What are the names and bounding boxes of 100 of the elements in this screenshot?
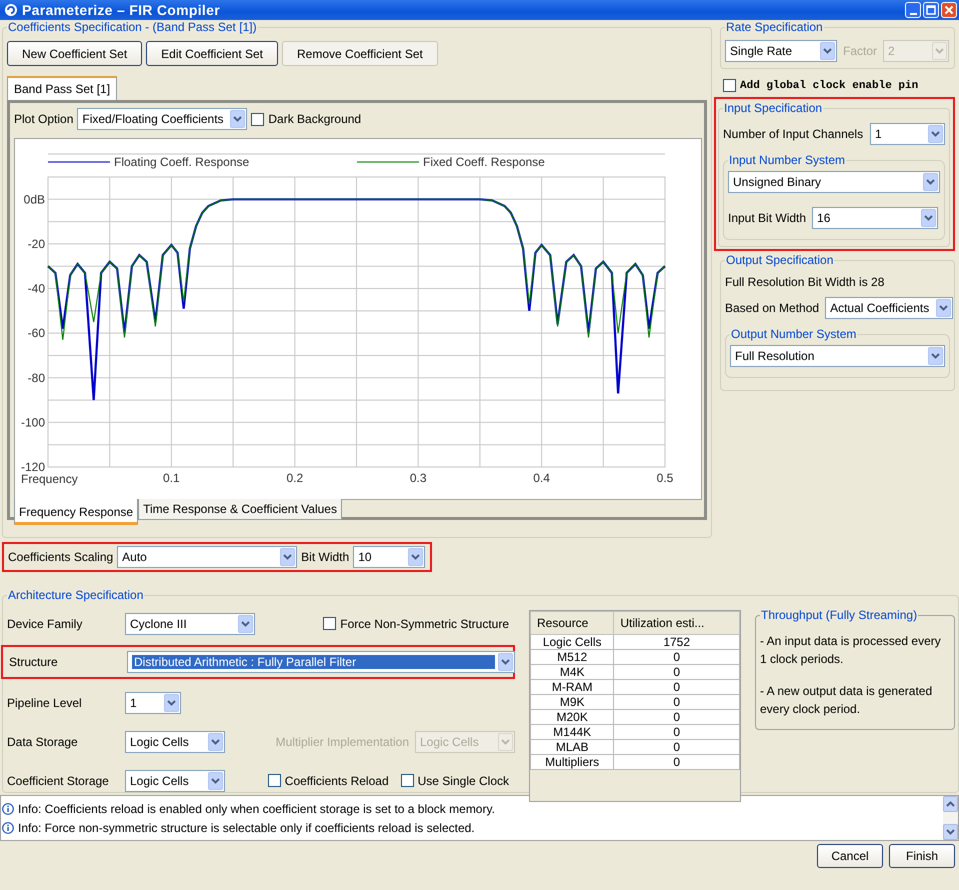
number-system-dropdown[interactable]: Unsigned Binary — [728, 171, 940, 193]
coefficient-set-button[interactable]: New Coefficient Set — [7, 41, 142, 66]
number-system-dropdown[interactable]: Full Resolution — [730, 345, 945, 367]
tick-label: 0dB — [24, 192, 45, 206]
table-cell: 0 — [614, 680, 740, 694]
tick-label: 0.5 — [656, 471, 674, 485]
close-icon — [944, 5, 954, 15]
field-label: Input Bit Width — [728, 211, 806, 225]
checkbox[interactable] — [723, 79, 736, 92]
table-cell: 1752 — [614, 634, 740, 650]
dialog-button[interactable]: Cancel — [817, 844, 883, 868]
scaling-dropdown[interactable]: Auto — [117, 546, 298, 568]
checkbox[interactable] — [323, 617, 336, 630]
column-header: Utilization esti... — [614, 612, 740, 634]
table-cell: Logic Cells — [530, 634, 614, 650]
field-label: Bit Width — [301, 550, 350, 564]
field-label: Based on Method — [725, 301, 820, 315]
throughput-text: - A new output data is generated every clock period. — [760, 683, 934, 718]
caret-icon — [211, 778, 220, 784]
minimize-icon — [910, 13, 916, 15]
channels-dropdown[interactable]: 1 — [870, 123, 945, 145]
table-cell: M512 — [530, 650, 614, 664]
table-cell: M-RAM — [530, 680, 614, 694]
info-text: Full Resolution Bit Width is 28 — [725, 275, 886, 289]
section-title: Architecture Specification — [7, 588, 144, 602]
field-label: Coefficients Scaling — [8, 550, 114, 564]
maximize-icon — [926, 5, 936, 15]
caret-icon — [924, 215, 934, 221]
field-label: Structure — [9, 655, 59, 669]
tick-label: -100 — [20, 415, 45, 430]
field-label: Coefficient Storage — [7, 774, 110, 788]
pipeline-dropdown[interactable]: 1 — [125, 692, 181, 714]
tick-label: -120 — [20, 460, 45, 474]
checkbox-label: Add global clock enable pin — [740, 80, 918, 92]
field-label: Pipeline Level — [7, 696, 83, 710]
column-header: Resource — [530, 612, 614, 634]
scrollbar[interactable] — [943, 796, 958, 840]
structure-dropdown[interactable]: Distributed Arithmetic : Fully Parallel Filter — [127, 651, 515, 673]
legend-label: Floating Coeff. Response — [114, 155, 250, 169]
maximize-button[interactable] — [923, 2, 939, 18]
table-cell: 0 — [614, 694, 740, 710]
bit-width-dropdown[interactable]: 10 — [353, 546, 426, 568]
section-title: Rate Specification — [725, 20, 824, 34]
throughput-text: - An input data is processed every 1 clock periods. — [760, 633, 942, 668]
checkbox[interactable] — [268, 774, 281, 787]
field-label: Plot Option — [14, 112, 74, 126]
tick-label: -60 — [28, 326, 45, 340]
input-bit-width-dropdown[interactable]: 16 — [812, 207, 938, 229]
checkbox[interactable] — [400, 774, 414, 787]
table-cell: 0 — [614, 754, 740, 770]
tick-label: -40 — [28, 282, 45, 296]
caret-icon — [931, 131, 940, 137]
checkbox[interactable] — [251, 112, 264, 126]
caret-icon — [935, 48, 944, 54]
section-title: Input Specification — [723, 101, 824, 115]
caret-icon — [501, 659, 510, 665]
axis-title: Frequency — [21, 472, 78, 486]
rate-dropdown[interactable]: Single Rate — [725, 40, 837, 62]
close-button[interactable] — [941, 2, 957, 18]
tick-label: 0.2 — [286, 471, 304, 485]
field-label: Multiplier Implementation — [276, 734, 409, 748]
caret-icon — [939, 305, 948, 311]
table-cell: M9K — [530, 694, 614, 710]
info-message: Info: Coefficients reload is enabled only when coefficient storage is set to a block memory. — [18, 802, 495, 816]
checkbox-label: Dark Background — [268, 112, 362, 126]
section-title: Input Number System — [728, 153, 846, 167]
field-label: Device Family — [7, 616, 84, 630]
table-cell: 0 — [614, 710, 740, 724]
method-dropdown[interactable]: Actual Coefficients — [825, 297, 954, 319]
table-cell: Multipliers — [530, 754, 614, 770]
caret-icon — [233, 116, 242, 122]
section-title: Throughput (Fully Streaming) — [760, 608, 918, 622]
coefficient-set-button[interactable]: Edit Coefficient Set — [146, 41, 278, 66]
caret-icon — [241, 620, 250, 626]
caret-icon — [926, 179, 935, 185]
caret-icon — [167, 700, 176, 706]
section-title: Output Specification — [725, 253, 834, 267]
tab[interactable]: Time Response & Coefficient Values — [138, 499, 342, 520]
window-title: Parameterize – FIR Compiler — [22, 2, 221, 18]
info-message: Info: Force non-symmetric structure is selectable only if coefficients reload is selected. — [18, 820, 475, 834]
dialog-button[interactable]: Finish — [889, 844, 955, 868]
table-cell: M144K — [530, 724, 614, 740]
tab[interactable]: Frequency Response — [14, 499, 138, 525]
caret-icon — [823, 48, 832, 54]
table-cell: M4K — [530, 664, 614, 680]
tick-label: 0.1 — [163, 471, 180, 485]
device-family-dropdown[interactable]: Cyclone III — [125, 612, 255, 634]
tab[interactable]: Band Pass Set [1] — [7, 76, 118, 100]
table-cell: 0 — [614, 650, 740, 664]
app-icon — [4, 3, 18, 17]
coefficient-storage-dropdown[interactable]: Logic Cells — [125, 770, 225, 792]
caret-icon — [411, 554, 420, 560]
plot-option-dropdown[interactable]: Fixed/Floating Coefficients — [77, 108, 248, 130]
caret-icon — [211, 738, 220, 744]
legend-label: Fixed Coeff. Response — [423, 155, 545, 169]
field-label: Data Storage — [7, 734, 79, 748]
data-storage-dropdown[interactable]: Logic Cells — [125, 730, 225, 752]
section-title: Output Number System — [730, 327, 858, 341]
minimize-button[interactable] — [905, 2, 921, 18]
checkbox-label: Coefficients Reload — [284, 774, 389, 788]
